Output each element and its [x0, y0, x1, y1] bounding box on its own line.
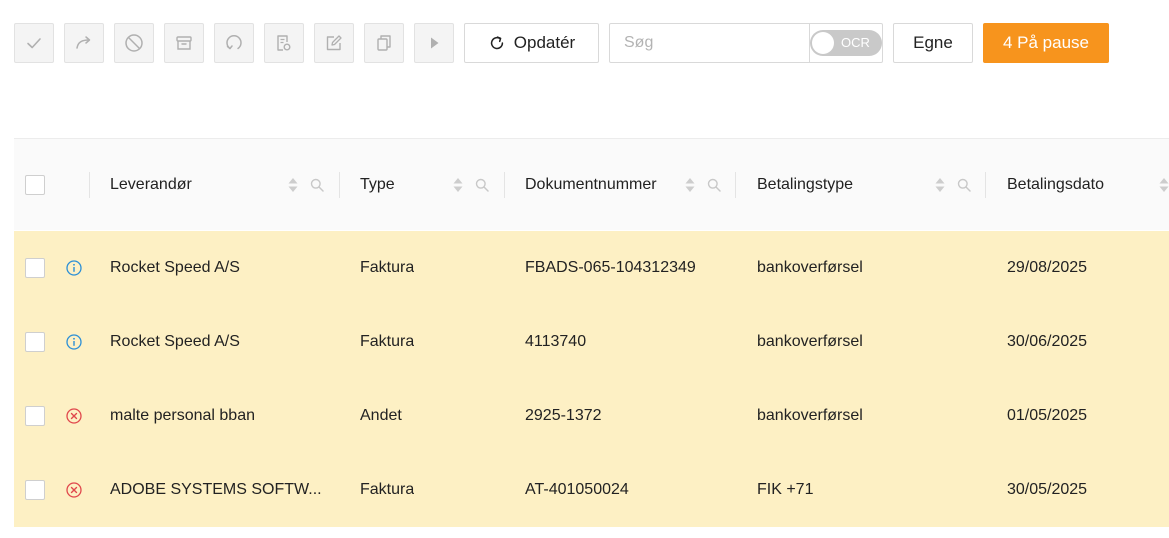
search-input[interactable]: [610, 24, 810, 62]
doc-number-cell: FBADS-065-104312349: [525, 259, 696, 276]
sort-icon[interactable]: [934, 177, 946, 193]
paused-label: 4 På pause: [1002, 33, 1089, 52]
row-select-cell: [25, 305, 45, 379]
column-divider: [735, 172, 736, 198]
column-divider: [504, 172, 505, 198]
payment-date-cell: 30/06/2025: [1007, 333, 1088, 350]
row-checkbox[interactable]: [25, 258, 45, 278]
payment-date-cell: 01/05/2025: [1007, 407, 1088, 424]
type-cell: Faktura: [360, 333, 415, 350]
row-status-cell: [66, 379, 82, 453]
supplier-cell: ADOBE SYSTEMS SOFTW...: [110, 481, 322, 498]
forward-arrow-icon[interactable]: [64, 23, 104, 63]
refresh-label: Opdatér: [513, 33, 576, 52]
column-header-tools: [1158, 139, 1169, 230]
row-status-cell: [66, 305, 82, 379]
search-icon[interactable]: [475, 178, 489, 192]
error-icon[interactable]: [66, 408, 82, 424]
error-icon[interactable]: [66, 482, 82, 498]
column-header-tools: [934, 139, 971, 230]
row-select-cell: [25, 231, 45, 305]
block-circle-icon[interactable]: [114, 23, 154, 63]
table-row[interactable]: ADOBE SYSTEMS SOFTW... Faktura AT-401050…: [14, 453, 1169, 527]
edit-pencil-icon[interactable]: [314, 23, 354, 63]
sort-icon[interactable]: [452, 177, 464, 193]
column-header-label: Betalingsdato: [1007, 175, 1104, 193]
row-status-cell: [66, 453, 82, 527]
column-header-type[interactable]: Type: [360, 139, 395, 230]
info-icon[interactable]: [66, 334, 82, 350]
search-icon[interactable]: [707, 178, 721, 192]
select-all-checkbox[interactable]: [25, 174, 45, 195]
sort-icon[interactable]: [684, 177, 696, 193]
column-header-payment-date[interactable]: Betalingsdato: [1007, 139, 1104, 230]
type-cell: Faktura: [360, 259, 415, 276]
approve-check-icon[interactable]: [14, 23, 54, 63]
supplier-cell: Rocket Speed A/S: [110, 333, 240, 350]
column-divider: [339, 172, 340, 198]
reload-circle-icon[interactable]: [214, 23, 254, 63]
column-header-payment-type[interactable]: Betalingstype: [757, 139, 853, 230]
row-select-cell: [25, 379, 45, 453]
column-header-tools: [452, 139, 489, 230]
column-header-supplier[interactable]: Leverandør: [110, 139, 192, 230]
own-filter-button[interactable]: Egne: [893, 23, 973, 63]
info-icon[interactable]: [66, 260, 82, 276]
column-divider: [89, 172, 90, 198]
play-icon[interactable]: [414, 23, 454, 63]
column-header-doc-number[interactable]: Dokumentnummer: [525, 139, 657, 230]
ocr-label: OCR: [841, 35, 870, 50]
documents-table: Leverandør Type Dokumentnummer Betalings…: [14, 138, 1169, 527]
ocr-cell: OCR: [810, 24, 882, 62]
refresh-icon: [490, 36, 503, 50]
payment-type-cell: bankoverførsel: [757, 259, 863, 276]
refresh-button[interactable]: Opdatér: [464, 23, 599, 63]
sort-icon[interactable]: [287, 177, 299, 193]
column-header-label: Betalingstype: [757, 175, 854, 193]
ocr-toggle[interactable]: OCR: [810, 30, 882, 56]
table-row[interactable]: Rocket Speed A/S Faktura FBADS-065-10431…: [14, 231, 1169, 305]
payment-type-cell: bankoverførsel: [757, 333, 863, 350]
column-header-tools: [684, 139, 721, 230]
column-header-label: Dokumentnummer: [525, 175, 657, 193]
copy-document-icon[interactable]: [364, 23, 404, 63]
table-row[interactable]: Rocket Speed A/S Faktura 4113740 bankove…: [14, 305, 1169, 379]
payment-type-cell: FIK +71: [757, 481, 814, 498]
doc-number-cell: 4113740: [525, 333, 587, 350]
row-checkbox[interactable]: [25, 406, 45, 426]
document-search-icon[interactable]: [264, 23, 304, 63]
search-group: OCR: [609, 23, 883, 63]
doc-number-cell: AT-401050024: [525, 481, 629, 498]
ocr-toggle-knob: [812, 32, 834, 54]
payment-date-cell: 29/08/2025: [1007, 259, 1088, 276]
table-row[interactable]: malte personal bban Andet 2925-1372 bank…: [14, 379, 1169, 453]
payment-type-cell: bankoverførsel: [757, 407, 863, 424]
doc-number-cell: 2925-1372: [525, 407, 602, 424]
type-cell: Faktura: [360, 481, 415, 498]
paused-button[interactable]: 4 På pause: [983, 23, 1109, 63]
table-body: Rocket Speed A/S Faktura FBADS-065-10431…: [14, 231, 1169, 527]
row-select-cell: [25, 453, 45, 527]
archive-box-icon[interactable]: [164, 23, 204, 63]
search-icon[interactable]: [310, 178, 324, 192]
table-header: Leverandør Type Dokumentnummer Betalings…: [14, 138, 1169, 230]
column-divider: [985, 172, 986, 198]
row-checkbox[interactable]: [25, 332, 45, 352]
search-icon[interactable]: [957, 178, 971, 192]
supplier-cell: malte personal bban: [110, 407, 255, 424]
column-header-label: Type: [360, 175, 395, 193]
column-header-label: Leverandør: [110, 175, 192, 193]
type-cell: Andet: [360, 407, 402, 424]
row-checkbox[interactable]: [25, 480, 45, 500]
toolbar: Opdatér OCR Egne 4 På pause: [14, 23, 1109, 63]
supplier-cell: Rocket Speed A/S: [110, 259, 240, 276]
sort-icon[interactable]: [1158, 177, 1169, 193]
own-filter-label: Egne: [913, 33, 953, 52]
payment-date-cell: 30/05/2025: [1007, 481, 1088, 498]
column-header-tools: [287, 139, 324, 230]
row-status-cell: [66, 231, 82, 305]
select-all-cell: [25, 139, 45, 230]
